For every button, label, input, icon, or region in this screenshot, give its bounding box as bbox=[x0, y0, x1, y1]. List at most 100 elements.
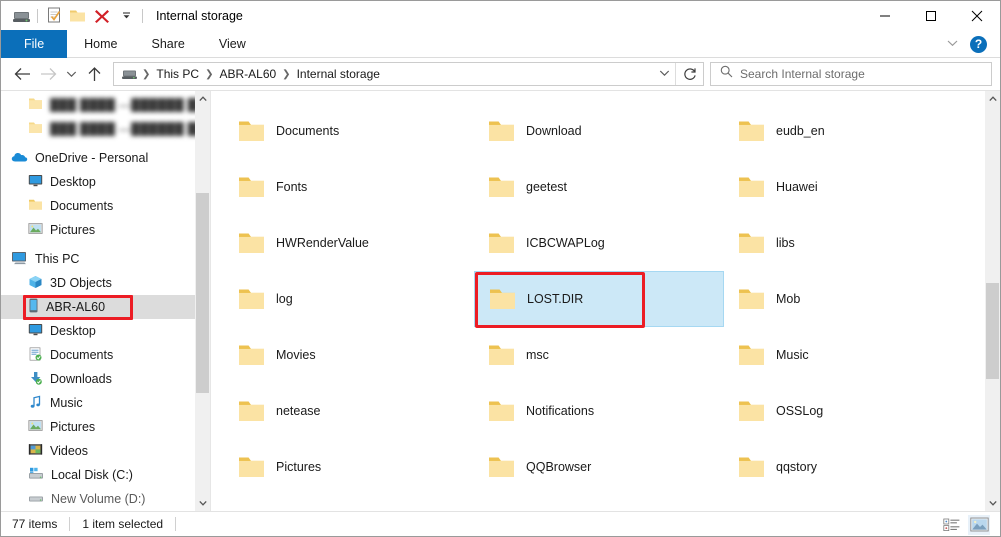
breadcrumb-separator-0[interactable]: ❯ bbox=[140, 69, 152, 80]
file-list-pane[interactable]: Documents Download eudb_en Fonts geetest… bbox=[211, 91, 1000, 511]
minimize-button[interactable] bbox=[862, 1, 908, 30]
sidebar-item-label: ███ ████ —██████ ██████ bbox=[50, 98, 210, 112]
list-item-qqstory[interactable]: qqstory bbox=[724, 439, 974, 495]
breadcrumb-item-this-pc[interactable]: This PC bbox=[152, 67, 203, 81]
list-item[interactable] bbox=[224, 91, 474, 103]
tab-home[interactable]: Home bbox=[67, 30, 134, 58]
scroll-down-icon[interactable] bbox=[985, 495, 1000, 511]
tab-view[interactable]: View bbox=[202, 30, 263, 58]
new-folder-icon[interactable] bbox=[66, 5, 90, 27]
sidebar-item-documents-onedrive[interactable]: Documents bbox=[1, 194, 210, 218]
list-item-pictures[interactable]: Pictures bbox=[224, 439, 474, 495]
sidebar-item-label: Music bbox=[50, 396, 83, 410]
tab-share[interactable]: Share bbox=[135, 30, 202, 58]
back-icon[interactable] bbox=[9, 61, 35, 87]
list-item-libs[interactable]: libs bbox=[724, 215, 974, 271]
list-item-huawei[interactable]: Huawei bbox=[724, 159, 974, 215]
breadcrumb-separator-1[interactable]: ❯ bbox=[203, 69, 215, 80]
folder-icon bbox=[737, 118, 766, 144]
explorer-body: ███ ████ —██████ ██████ ███ ████ —██████… bbox=[1, 90, 1000, 511]
list-item-qqbrowser[interactable]: QQBrowser bbox=[474, 439, 724, 495]
properties-icon[interactable] bbox=[42, 5, 66, 27]
sidebar-item-onedrive[interactable]: OneDrive - Personal bbox=[1, 146, 210, 170]
sidebar-item-documents[interactable]: Documents bbox=[1, 343, 210, 367]
folder-icon bbox=[237, 342, 266, 368]
sidebar-item-downloads[interactable]: Downloads bbox=[1, 367, 210, 391]
desktop-icon bbox=[28, 323, 43, 339]
chevron-down-icon[interactable] bbox=[941, 38, 964, 50]
large-icons-view-icon[interactable] bbox=[968, 514, 990, 535]
list-item-hwrendervalue[interactable]: HWRenderValue bbox=[224, 215, 474, 271]
sidebar-item-videos[interactable]: Videos bbox=[1, 439, 210, 463]
list-item-mob[interactable]: Mob bbox=[724, 271, 974, 327]
chevron-down-icon[interactable] bbox=[114, 5, 138, 27]
folder-icon bbox=[237, 398, 266, 424]
sidebar-item-blurred-1[interactable]: ███ ████ —██████ ██████ bbox=[1, 93, 210, 117]
sidebar-item-abr-al60[interactable]: ABR-AL60 bbox=[1, 295, 210, 319]
file-list-scrollbar-thumb[interactable] bbox=[986, 283, 999, 379]
sidebar-item-music[interactable]: Music bbox=[1, 391, 210, 415]
scroll-up-icon[interactable] bbox=[195, 91, 210, 107]
file-name: Fonts bbox=[276, 180, 308, 194]
list-item-music[interactable]: Music bbox=[724, 327, 974, 383]
sidebar-item-desktop-onedrive[interactable]: Desktop bbox=[1, 170, 210, 194]
file-name: Movies bbox=[276, 348, 316, 362]
sidebar-item-this-pc[interactable]: This PC bbox=[1, 247, 210, 271]
sidebar-item-label: Documents bbox=[50, 199, 114, 213]
list-item-netease[interactable]: netease bbox=[224, 383, 474, 439]
details-view-icon[interactable] bbox=[940, 515, 962, 535]
list-item-msc[interactable]: msc bbox=[474, 327, 724, 383]
refresh-icon[interactable] bbox=[675, 63, 703, 85]
help-icon[interactable]: ? bbox=[970, 35, 987, 53]
sidebar-item-local-disk-c[interactable]: Local Disk (C:) bbox=[1, 463, 210, 487]
breadcrumb: ❯ This PC ❯ ABR-AL60 ❯ Internal storage bbox=[114, 67, 653, 81]
list-item-fonts[interactable]: Fonts bbox=[224, 159, 474, 215]
breadcrumb-item-abr-al60[interactable]: ABR-AL60 bbox=[215, 67, 280, 81]
sidebar-item-label: ███ ████ —██████ ████ bbox=[50, 122, 210, 136]
ribbon-right-controls: ? bbox=[941, 30, 996, 58]
search-placeholder: Search Internal storage bbox=[740, 67, 865, 81]
search-icon bbox=[720, 65, 733, 83]
folder-icon bbox=[237, 174, 266, 200]
list-item-icbcwaplog[interactable]: ICBCWAPLog bbox=[474, 215, 724, 271]
search-input[interactable]: Search Internal storage bbox=[710, 62, 992, 86]
chevron-down-icon[interactable] bbox=[653, 69, 675, 79]
file-name: log bbox=[276, 292, 293, 306]
sidebar-item-new-volume-d[interactable]: New Volume (D:) bbox=[1, 487, 210, 511]
sidebar-item-blurred-2[interactable]: ███ ████ —██████ ████ bbox=[1, 117, 210, 141]
breadcrumb-separator-2[interactable]: ❯ bbox=[280, 69, 292, 80]
sidebar-item-3d-objects[interactable]: 3D Objects bbox=[1, 271, 210, 295]
list-item[interactable] bbox=[724, 91, 974, 103]
tab-file[interactable]: File bbox=[1, 30, 68, 58]
breadcrumb-item-internal-storage[interactable]: Internal storage bbox=[293, 67, 384, 81]
up-icon[interactable] bbox=[81, 61, 107, 87]
list-item-log[interactable]: log bbox=[224, 271, 474, 327]
delete-icon[interactable] bbox=[90, 5, 114, 27]
navigation-tree: ███ ████ —██████ ██████ ███ ████ —██████… bbox=[1, 91, 210, 511]
list-item-eudb-en[interactable]: eudb_en bbox=[724, 103, 974, 159]
sidebar-scrollbar-thumb[interactable] bbox=[196, 193, 209, 393]
this-pc-icon[interactable] bbox=[120, 68, 140, 80]
this-pc-icon[interactable] bbox=[9, 5, 33, 27]
list-item-download[interactable]: Download bbox=[474, 103, 724, 159]
recent-locations-icon[interactable] bbox=[61, 61, 81, 87]
file-list-scrollbar[interactable] bbox=[985, 91, 1000, 511]
sidebar-item-pictures[interactable]: Pictures bbox=[1, 415, 210, 439]
sidebar-scrollbar[interactable] bbox=[195, 91, 210, 511]
list-item-documents[interactable]: Documents bbox=[224, 103, 474, 159]
sidebar-item-pictures-onedrive[interactable]: Pictures bbox=[1, 218, 210, 242]
list-item-geetest[interactable]: geetest bbox=[474, 159, 724, 215]
address-bar[interactable]: ❯ This PC ❯ ABR-AL60 ❯ Internal storage bbox=[113, 62, 704, 86]
sidebar-item-desktop[interactable]: Desktop bbox=[1, 319, 210, 343]
close-button[interactable] bbox=[954, 1, 1000, 30]
folder-icon bbox=[237, 286, 266, 312]
list-item-lost-dir[interactable]: LOST.DIR bbox=[474, 271, 724, 328]
list-item-movies[interactable]: Movies bbox=[224, 327, 474, 383]
scroll-up-icon[interactable] bbox=[985, 91, 1000, 107]
maximize-button[interactable] bbox=[908, 1, 954, 30]
folder-icon bbox=[237, 454, 266, 480]
list-item-osslog[interactable]: OSSLog bbox=[724, 383, 974, 439]
list-item-notifications[interactable]: Notifications bbox=[474, 383, 724, 439]
scroll-down-icon[interactable] bbox=[195, 495, 210, 511]
list-item[interactable] bbox=[474, 91, 724, 103]
